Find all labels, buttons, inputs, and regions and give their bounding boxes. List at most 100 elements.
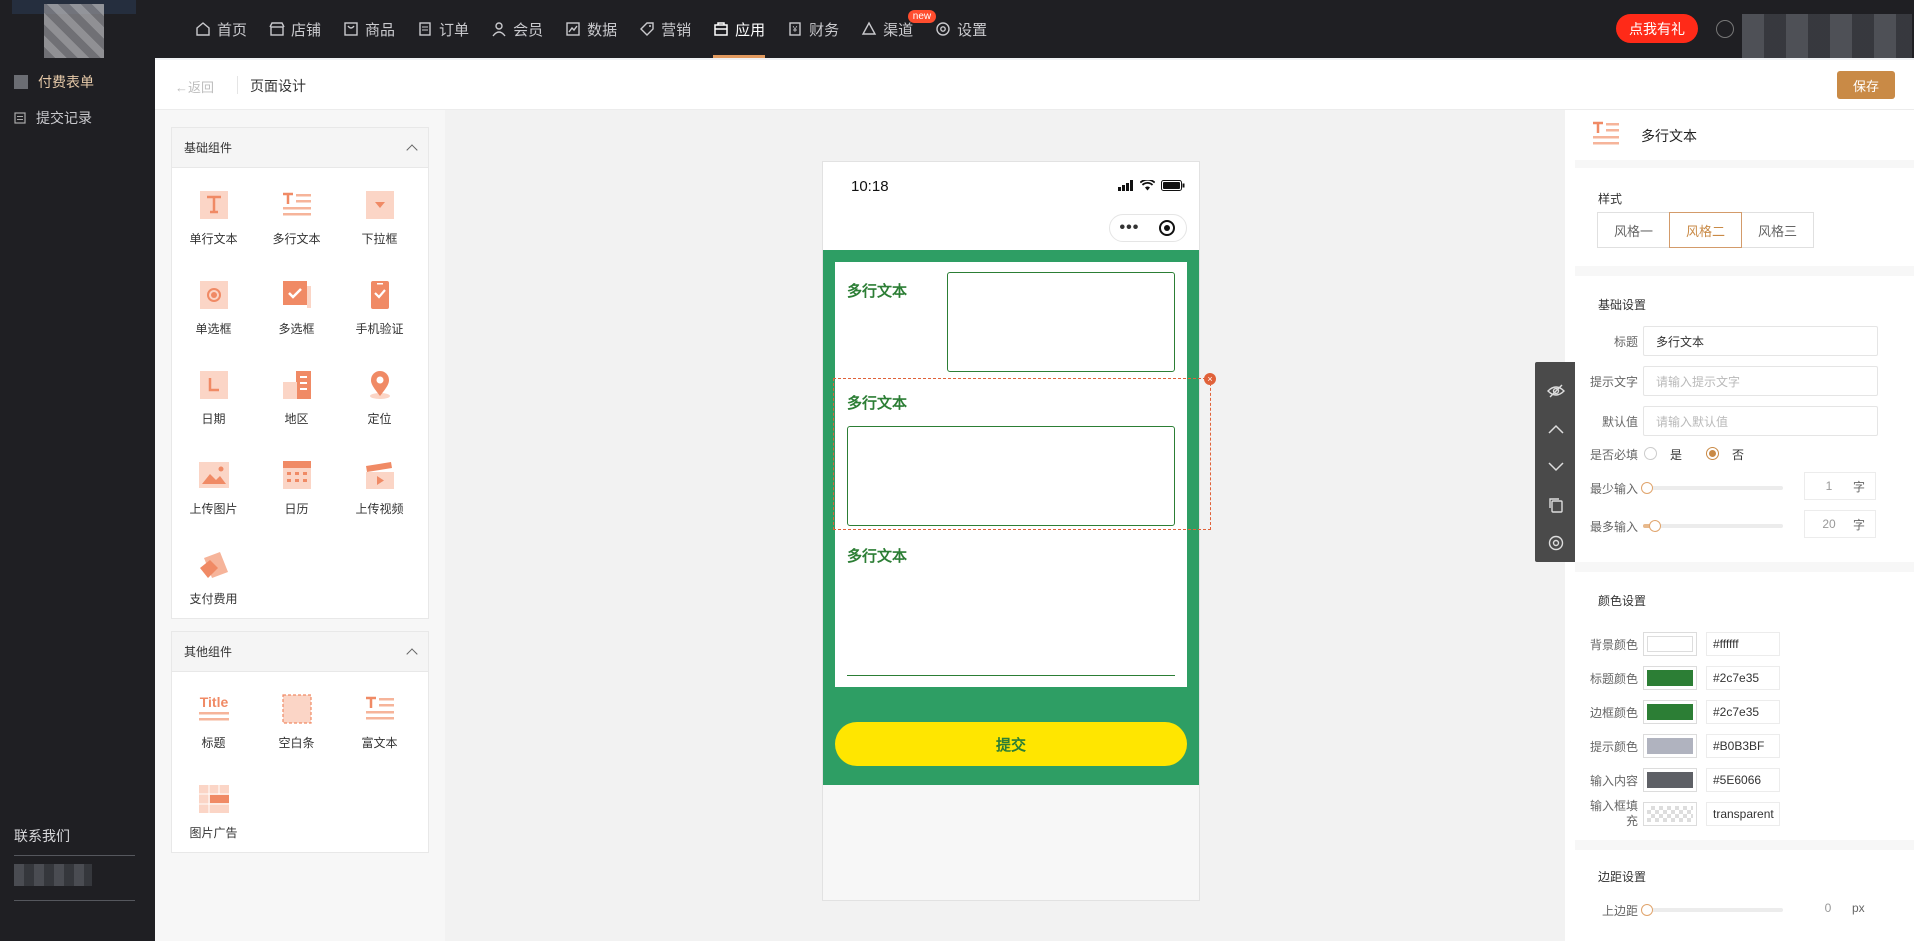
component-rich-text[interactable]: 富文本 [338, 684, 421, 774]
copy-button[interactable] [1535, 486, 1577, 524]
component-upload-video[interactable]: 上传视频 [338, 450, 421, 540]
sidebar-item-paid-form[interactable]: 付费表单 [14, 72, 94, 92]
component-single-text[interactable]: 单行文本 [172, 180, 255, 270]
component-multi-text[interactable]: 多行文本 [255, 180, 338, 270]
component-blank-bar[interactable]: 空白条 [255, 684, 338, 774]
color-hex-input[interactable]: #2c7e35 [1706, 700, 1780, 724]
visibility-toggle[interactable] [1535, 372, 1577, 410]
slider-handle[interactable] [1641, 904, 1653, 916]
nav-item-0[interactable]: 首页 [184, 0, 258, 58]
nav-item-2[interactable]: 商品 [332, 0, 406, 58]
component-upload-image[interactable]: 上传图片 [172, 450, 255, 540]
settings-icon [1548, 535, 1564, 551]
wifi-icon [1140, 180, 1155, 191]
color-swatch[interactable] [1643, 700, 1697, 724]
component-phone-verify[interactable]: 手机验证 [338, 270, 421, 360]
svg-text:Title: Title [199, 694, 228, 710]
move-down-button[interactable] [1535, 448, 1577, 486]
goods-icon [343, 21, 359, 37]
component-region[interactable]: 地区 [255, 360, 338, 450]
save-button[interactable]: 保存 [1837, 71, 1895, 99]
color-swatch[interactable] [1643, 802, 1697, 826]
component-calendar[interactable]: 日历 [255, 450, 338, 540]
mini-program-capsule[interactable]: ••• [1109, 214, 1187, 242]
field-key: 默认值 [1601, 415, 1638, 429]
style-option-2[interactable]: 风格二 [1669, 212, 1742, 248]
title-input[interactable]: 多行文本 [1643, 326, 1878, 356]
brand-logo[interactable] [44, 4, 104, 58]
top-margin-input[interactable]: 0 px [1804, 894, 1876, 922]
nav-item-8[interactable]: ¥ 财务 [776, 0, 850, 58]
color-swatch[interactable] [1643, 632, 1697, 656]
component-checkbox[interactable]: 多选框 [255, 270, 338, 360]
component-dropdown[interactable]: 下拉框 [338, 180, 421, 270]
more-dots-icon[interactable]: ••• [1120, 219, 1140, 237]
nav-item-4[interactable]: 会员 [480, 0, 554, 58]
field-key: 是否必填 [1589, 448, 1638, 462]
required-no-radio[interactable] [1706, 447, 1719, 460]
submit-button[interactable]: 提交 [835, 722, 1187, 766]
color-hex-input[interactable]: #ffffff [1706, 632, 1780, 656]
nav-item-6[interactable]: 营销 [628, 0, 702, 58]
max-length-input[interactable]: 20 字 [1804, 510, 1876, 538]
min-length-slider[interactable] [1641, 482, 1783, 494]
back-button[interactable]: ←返回 [175, 77, 214, 96]
multi-text-icon [1591, 120, 1621, 149]
color-hex-input[interactable]: #2c7e35 [1706, 666, 1780, 690]
list-icon [14, 112, 26, 124]
component-label: 多选框 [278, 322, 315, 336]
nav-item-3[interactable]: 订单 [406, 0, 480, 58]
nav-item-5[interactable]: 数据 [554, 0, 628, 58]
phone-preview: 10:18 ••• 多行文本 多行文本 多行文本 × 提交 [822, 161, 1216, 901]
component-location[interactable]: 定位 [338, 360, 421, 450]
move-up-button[interactable] [1535, 410, 1577, 448]
sidebar-item-submissions[interactable]: 提交记录 [14, 108, 92, 128]
min-length-input[interactable]: 1 字 [1804, 472, 1876, 500]
component-payment[interactable]: 支付费用 [172, 540, 255, 630]
chevron-up-icon [406, 647, 418, 660]
color-swatch[interactable] [1643, 666, 1697, 690]
style-option-3[interactable]: 风格三 [1741, 212, 1814, 248]
selected-component-outline[interactable]: × [833, 373, 1216, 530]
slider-handle[interactable] [1649, 520, 1661, 532]
component-title[interactable]: Title 标题 [172, 684, 255, 774]
radio-icon [197, 278, 231, 312]
color-hex-input[interactable]: #B0B3BF [1706, 734, 1780, 758]
nav-item-7[interactable]: 应用 [702, 0, 776, 58]
top-margin-slider[interactable] [1641, 904, 1783, 916]
phone-verify-icon [363, 278, 397, 312]
blank-bar-icon [280, 692, 314, 726]
chevron-down-icon [1548, 462, 1564, 472]
user-account-area[interactable] [1742, 14, 1912, 58]
style-option-1[interactable]: 风格一 [1597, 212, 1670, 248]
component-date[interactable]: 日期 [172, 360, 255, 450]
component-radio[interactable]: 单选框 [172, 270, 255, 360]
capsule-close-icon[interactable] [1158, 219, 1176, 237]
hint-input[interactable]: 请输入提示文字 [1643, 366, 1878, 396]
color-swatch[interactable] [1643, 734, 1697, 758]
close-icon[interactable]: × [1204, 373, 1216, 385]
other-components-header[interactable]: 其他组件 [172, 632, 428, 672]
component-image-ad[interactable]: 图片广告 [172, 774, 255, 864]
component-label: 上传图片 [189, 502, 238, 516]
user-icon[interactable] [1716, 20, 1734, 38]
textarea-field[interactable] [947, 272, 1175, 372]
basic-components-header[interactable]: 基础组件 [172, 128, 428, 168]
textarea-underline[interactable] [847, 675, 1175, 676]
nav-item-10[interactable]: 设置 [924, 0, 998, 58]
component-label: 日期 [201, 412, 226, 426]
nav-item-9[interactable]: 渠道 new [850, 0, 937, 58]
nav-item-1[interactable]: 店铺 [258, 0, 332, 58]
required-yes-radio[interactable] [1644, 447, 1657, 460]
color-hex-input[interactable]: #5E6066 [1706, 768, 1780, 792]
delete-button[interactable] [1535, 524, 1577, 562]
default-value-input[interactable]: 请输入默认值 [1643, 406, 1878, 436]
color-hex-input[interactable]: transparent [1706, 802, 1780, 826]
slider-handle[interactable] [1641, 482, 1653, 494]
other-components-panel: 其他组件 Title 标题 空白条 富文本 图片广告 [171, 631, 429, 853]
gift-button[interactable]: 点我有礼 [1616, 14, 1698, 43]
max-length-slider[interactable] [1643, 520, 1783, 532]
properties-header: 多行文本 [1575, 110, 1914, 160]
color-swatch[interactable] [1643, 768, 1697, 792]
nav-label: 店铺 [291, 21, 322, 39]
